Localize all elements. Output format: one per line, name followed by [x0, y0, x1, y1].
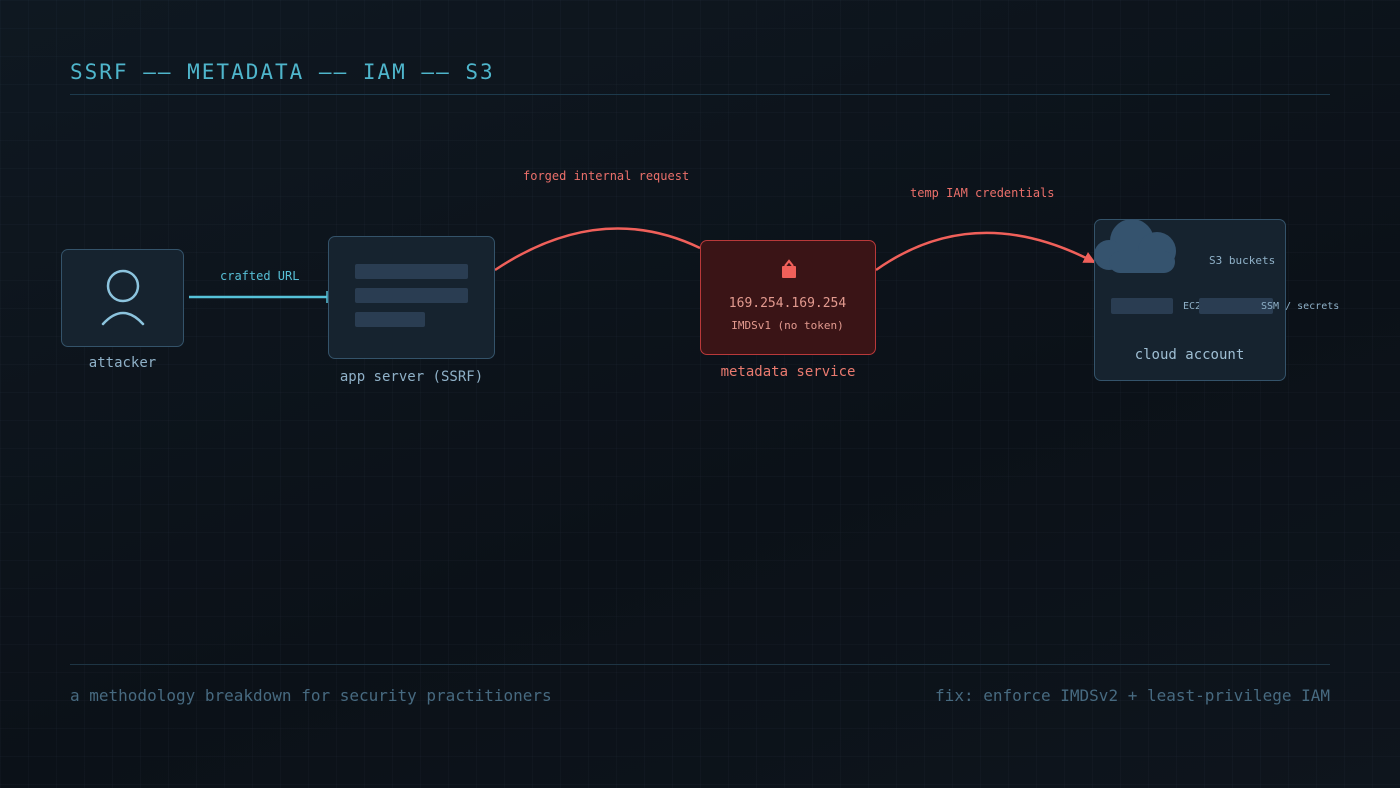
attacker-caption: attacker: [88, 355, 157, 371]
user-icon: [101, 269, 145, 326]
footer-fix-note: fix: enforce IMDSv2 + least-privilege IA…: [935, 686, 1330, 705]
lock-icon: [782, 259, 796, 278]
cloud-resource-bar-1: [1111, 298, 1173, 314]
edge-label-forged-request: forged internal request: [523, 169, 690, 183]
server-line-3: [355, 312, 425, 327]
footer-divider: [70, 664, 1330, 665]
server-line-1: [355, 264, 468, 279]
app-server-caption: app server (SSRF): [339, 369, 484, 385]
cloud-ssm-label: SSM / secrets: [1261, 301, 1340, 312]
metadata-version: IMDSv1 (no token): [731, 319, 844, 332]
cloud-account-caption: cloud account: [1134, 347, 1245, 363]
cloud-account-node: S3 buckets EC2 SSM / secrets cloud accou…: [1094, 219, 1339, 381]
edge-label-temp-credentials: temp IAM credentials: [910, 186, 1055, 200]
app-server-node: [328, 236, 495, 359]
server-line-2: [355, 288, 468, 303]
edge-temp-credentials: [875, 231, 1096, 272]
edge-forged-request: [494, 227, 701, 272]
metadata-service-node: 169.254.169.254 IMDSv1 (no token): [700, 240, 876, 355]
edge-label-crafted-url: crafted URL: [220, 269, 300, 283]
cloud-icon: [1094, 219, 1176, 273]
attacker-node: [61, 249, 184, 347]
footer-tagline: a methodology breakdown for security pra…: [70, 686, 552, 705]
metadata-service-caption: metadata service: [720, 364, 856, 380]
cloud-s3-label: S3 buckets: [1209, 254, 1276, 267]
flow-connectors: [189, 227, 1096, 303]
metadata-ip: 169.254.169.254: [728, 296, 847, 311]
